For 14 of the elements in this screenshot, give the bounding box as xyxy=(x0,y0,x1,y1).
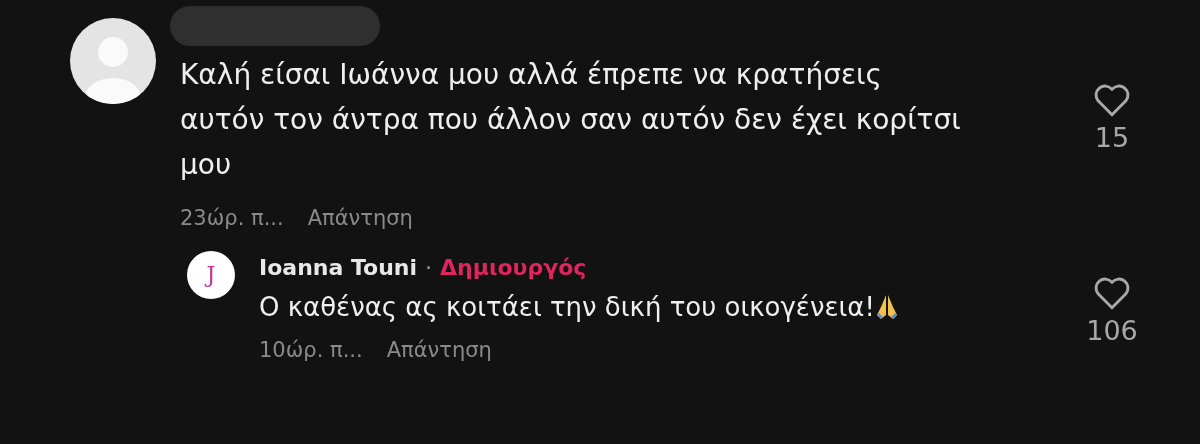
like-count: 15 xyxy=(1094,121,1130,155)
reply-link[interactable]: Απάντηση xyxy=(386,334,492,366)
timestamp: 23ώρ. π... xyxy=(180,205,284,232)
avatar[interactable]: J xyxy=(187,250,235,299)
timestamp: 10ώρ. π... xyxy=(259,336,363,364)
creator-label: Δημιουργός xyxy=(440,253,587,282)
comment-text: Καλή είσαι Ιωάννα μου αλλά έπρεπε να κρατήσεις αυτόν τον άντρα που άλλον σαν αυτόν δεν έχει κορίτσι μου xyxy=(180,57,962,183)
like-icon[interactable] xyxy=(1092,82,1132,118)
comment-text: Ο καθένας ας κοιτάει την δική του οικογένεια! xyxy=(259,290,875,324)
username[interactable]: Ioanna Touni xyxy=(259,250,418,284)
like-count: 106 xyxy=(1086,313,1138,348)
reply-link[interactable]: Απάντηση xyxy=(307,203,413,235)
praying-hands-icon xyxy=(874,293,899,321)
separator-dot: · xyxy=(425,253,433,282)
